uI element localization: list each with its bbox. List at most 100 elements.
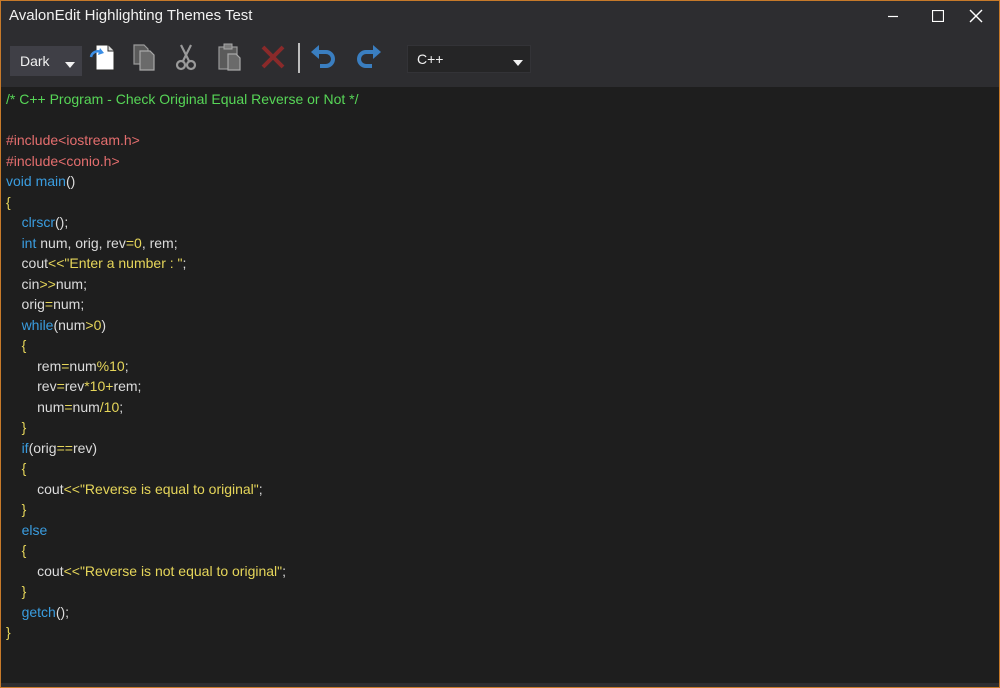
code-token-op: = — [125, 234, 135, 251]
code-token-plain: ; — [182, 255, 187, 271]
code-line: rem=num%10; — [6, 356, 129, 377]
code-token-op: % — [96, 357, 110, 374]
language-dropdown-value: C++ — [417, 51, 444, 67]
code-token-num: 10 — [89, 378, 106, 394]
code-token-plain: , rem; — [141, 234, 178, 251]
code-line: clrscr(); — [6, 212, 69, 233]
window-title: AvalonEdit Highlighting Themes Test — [9, 7, 253, 24]
code-line: } — [6, 581, 27, 602]
maximize-icon — [932, 10, 944, 22]
code-line: if(orig==rev) — [6, 438, 98, 459]
code-token-fn: main — [35, 173, 66, 189]
code-line: cout<<"Enter a number : "; — [6, 253, 187, 274]
code-line: } — [6, 499, 27, 520]
code-token-plain: rev — [64, 378, 85, 394]
cut-icon — [171, 42, 201, 77]
code-line: cout<<"Reverse is equal to original"; — [6, 479, 263, 500]
redo-button[interactable] — [351, 41, 387, 77]
delete-icon — [259, 43, 287, 76]
code-token-plain: ; — [124, 357, 129, 374]
code-token-op: = — [44, 296, 54, 312]
copy-button[interactable] — [126, 41, 162, 77]
code-token-plain: cout — [6, 480, 64, 497]
code-line: } — [6, 417, 27, 438]
code-token-brace: { — [6, 193, 11, 210]
code-token-op: == — [56, 439, 73, 456]
undo-button[interactable] — [305, 41, 341, 77]
chevron-down-icon — [65, 55, 75, 71]
theme-dropdown[interactable]: Dark — [10, 46, 82, 76]
code-token-op: << — [63, 480, 80, 497]
code-token-plain: ; — [282, 562, 287, 579]
code-token-keyword: if — [21, 439, 29, 456]
cut-button[interactable] — [168, 41, 204, 77]
app-window: AvalonEdit Highlighting Themes Test Dark — [0, 0, 1000, 688]
code-token-keyword: int — [21, 234, 37, 251]
code-line: { — [6, 540, 27, 561]
code-line: getch(); — [6, 602, 69, 623]
close-button[interactable] — [953, 1, 999, 31]
title-bar[interactable]: AvalonEdit Highlighting Themes Test — [1, 1, 999, 31]
code-token-preproc: #include<conio.h> — [6, 152, 120, 169]
code-token-plain: cout — [6, 255, 49, 271]
code-token-op: >> — [39, 275, 56, 292]
code-token-plain: cin — [6, 275, 40, 292]
code-token-keyword: else — [21, 521, 48, 538]
code-token-plain: num, orig, rev — [36, 234, 126, 251]
code-line: { — [6, 335, 27, 356]
code-line: rev=rev*10+rem; — [6, 376, 141, 397]
code-token-plain: num; — [53, 296, 85, 312]
code-line: #include<conio.h> — [6, 151, 120, 172]
code-token-op: << — [48, 255, 65, 271]
code-token-plain: num — [69, 357, 97, 374]
code-token-plain: ; — [258, 480, 263, 497]
minimize-icon — [887, 10, 899, 22]
code-token-fn: getch — [21, 603, 56, 620]
code-token-fn: clrscr — [21, 214, 55, 230]
code-line: { — [6, 458, 27, 479]
code-line: num=num/10; — [6, 397, 123, 418]
paste-button[interactable] — [212, 41, 248, 77]
code-token-str: "Enter a number : " — [64, 255, 183, 271]
code-line: orig=num; — [6, 294, 85, 315]
code-token-plain: rem; — [113, 378, 142, 394]
code-line: #include<iostream.h> — [6, 130, 140, 151]
new-document-button[interactable] — [85, 41, 121, 77]
minimize-button[interactable] — [870, 1, 916, 31]
code-token-op: = — [56, 378, 65, 394]
code-line: { — [6, 192, 11, 213]
code-token-plain: ) — [101, 316, 107, 333]
code-token-keyword: while — [21, 316, 54, 333]
code-token-num: 10 — [109, 357, 125, 374]
code-token-plain: rev) — [72, 439, 98, 456]
code-token-num: 0 — [134, 234, 142, 251]
code-line: while(num>0) — [6, 315, 106, 336]
code-token-plain: cout — [6, 562, 64, 579]
code-line: /* C++ Program - Check Original Equal Re… — [6, 89, 358, 110]
code-token-brace: } — [6, 624, 11, 640]
delete-button[interactable] — [255, 41, 291, 77]
code-token-brace: { — [21, 542, 27, 558]
code-editor[interactable]: /* C++ Program - Check Original Equal Re… — [1, 87, 999, 683]
code-token-op: = — [64, 398, 73, 415]
code-line: cin>>num; — [6, 274, 87, 295]
code-token-plain: () — [65, 173, 76, 189]
language-dropdown[interactable]: C++ — [407, 45, 531, 73]
paste-icon — [215, 42, 245, 77]
code-token-op: << — [63, 562, 80, 579]
code-token-brace: } — [21, 501, 27, 517]
code-token-comment: /* C++ Program - Check Original Equal Re… — [6, 91, 359, 107]
code-line: void main() — [6, 171, 75, 192]
close-icon — [969, 9, 983, 23]
code-line: cout<<"Reverse is not equal to original"… — [6, 561, 286, 582]
bottom-border — [1, 683, 999, 687]
code-line: } — [6, 622, 11, 643]
